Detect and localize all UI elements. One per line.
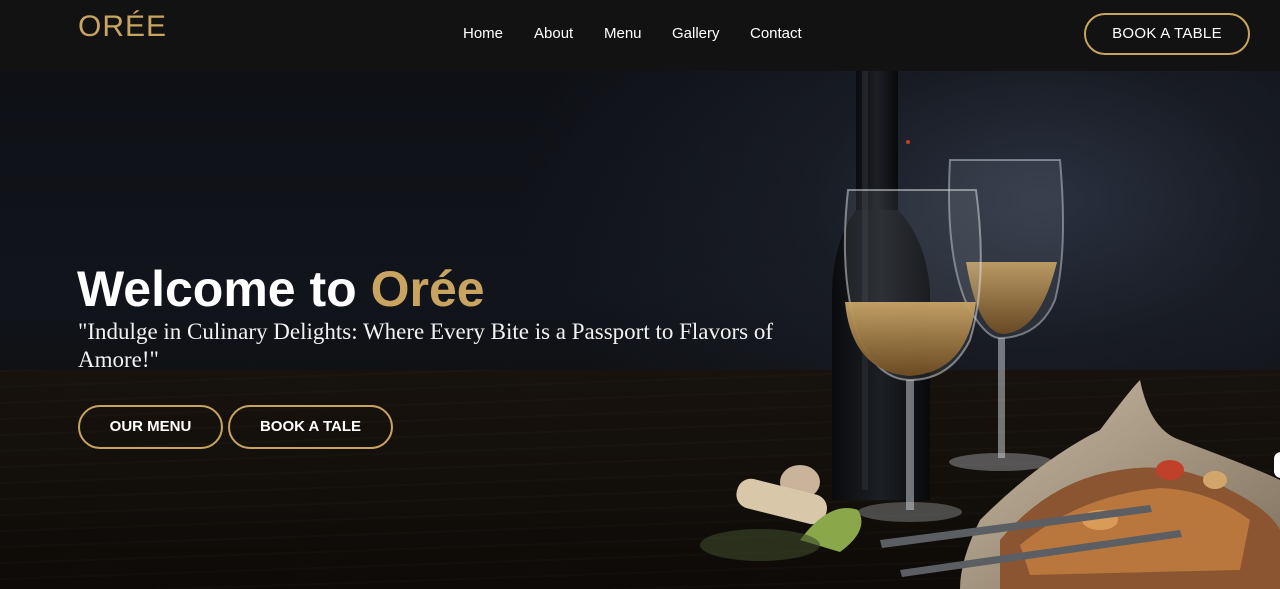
- nav-link-home[interactable]: Home: [463, 25, 503, 42]
- hero-title: Welcome to Orée: [77, 260, 485, 318]
- book-a-tale-button[interactable]: BOOK A TALE: [228, 405, 393, 449]
- brand-logo[interactable]: ORÉE: [78, 10, 167, 44]
- nav-link-menu[interactable]: Menu: [604, 25, 642, 42]
- hero-tagline: "Indulge in Culinary Delights: Where Eve…: [78, 319, 774, 372]
- top-navbar: ORÉE Home About Menu Gallery Contact BOO…: [0, 0, 1280, 71]
- nav-link-gallery[interactable]: Gallery: [672, 25, 720, 42]
- hero-title-prefix: Welcome to: [77, 261, 371, 317]
- food-platter-illustration: [880, 380, 1280, 589]
- carousel-next-handle[interactable]: [1274, 452, 1280, 478]
- nav-link-about[interactable]: About: [534, 25, 573, 42]
- book-a-table-button[interactable]: BOOK A TABLE: [1084, 13, 1250, 55]
- hero-title-accent: Orée: [370, 261, 485, 317]
- nav-link-contact[interactable]: Contact: [750, 25, 802, 42]
- our-menu-button[interactable]: OUR MENU: [78, 405, 223, 449]
